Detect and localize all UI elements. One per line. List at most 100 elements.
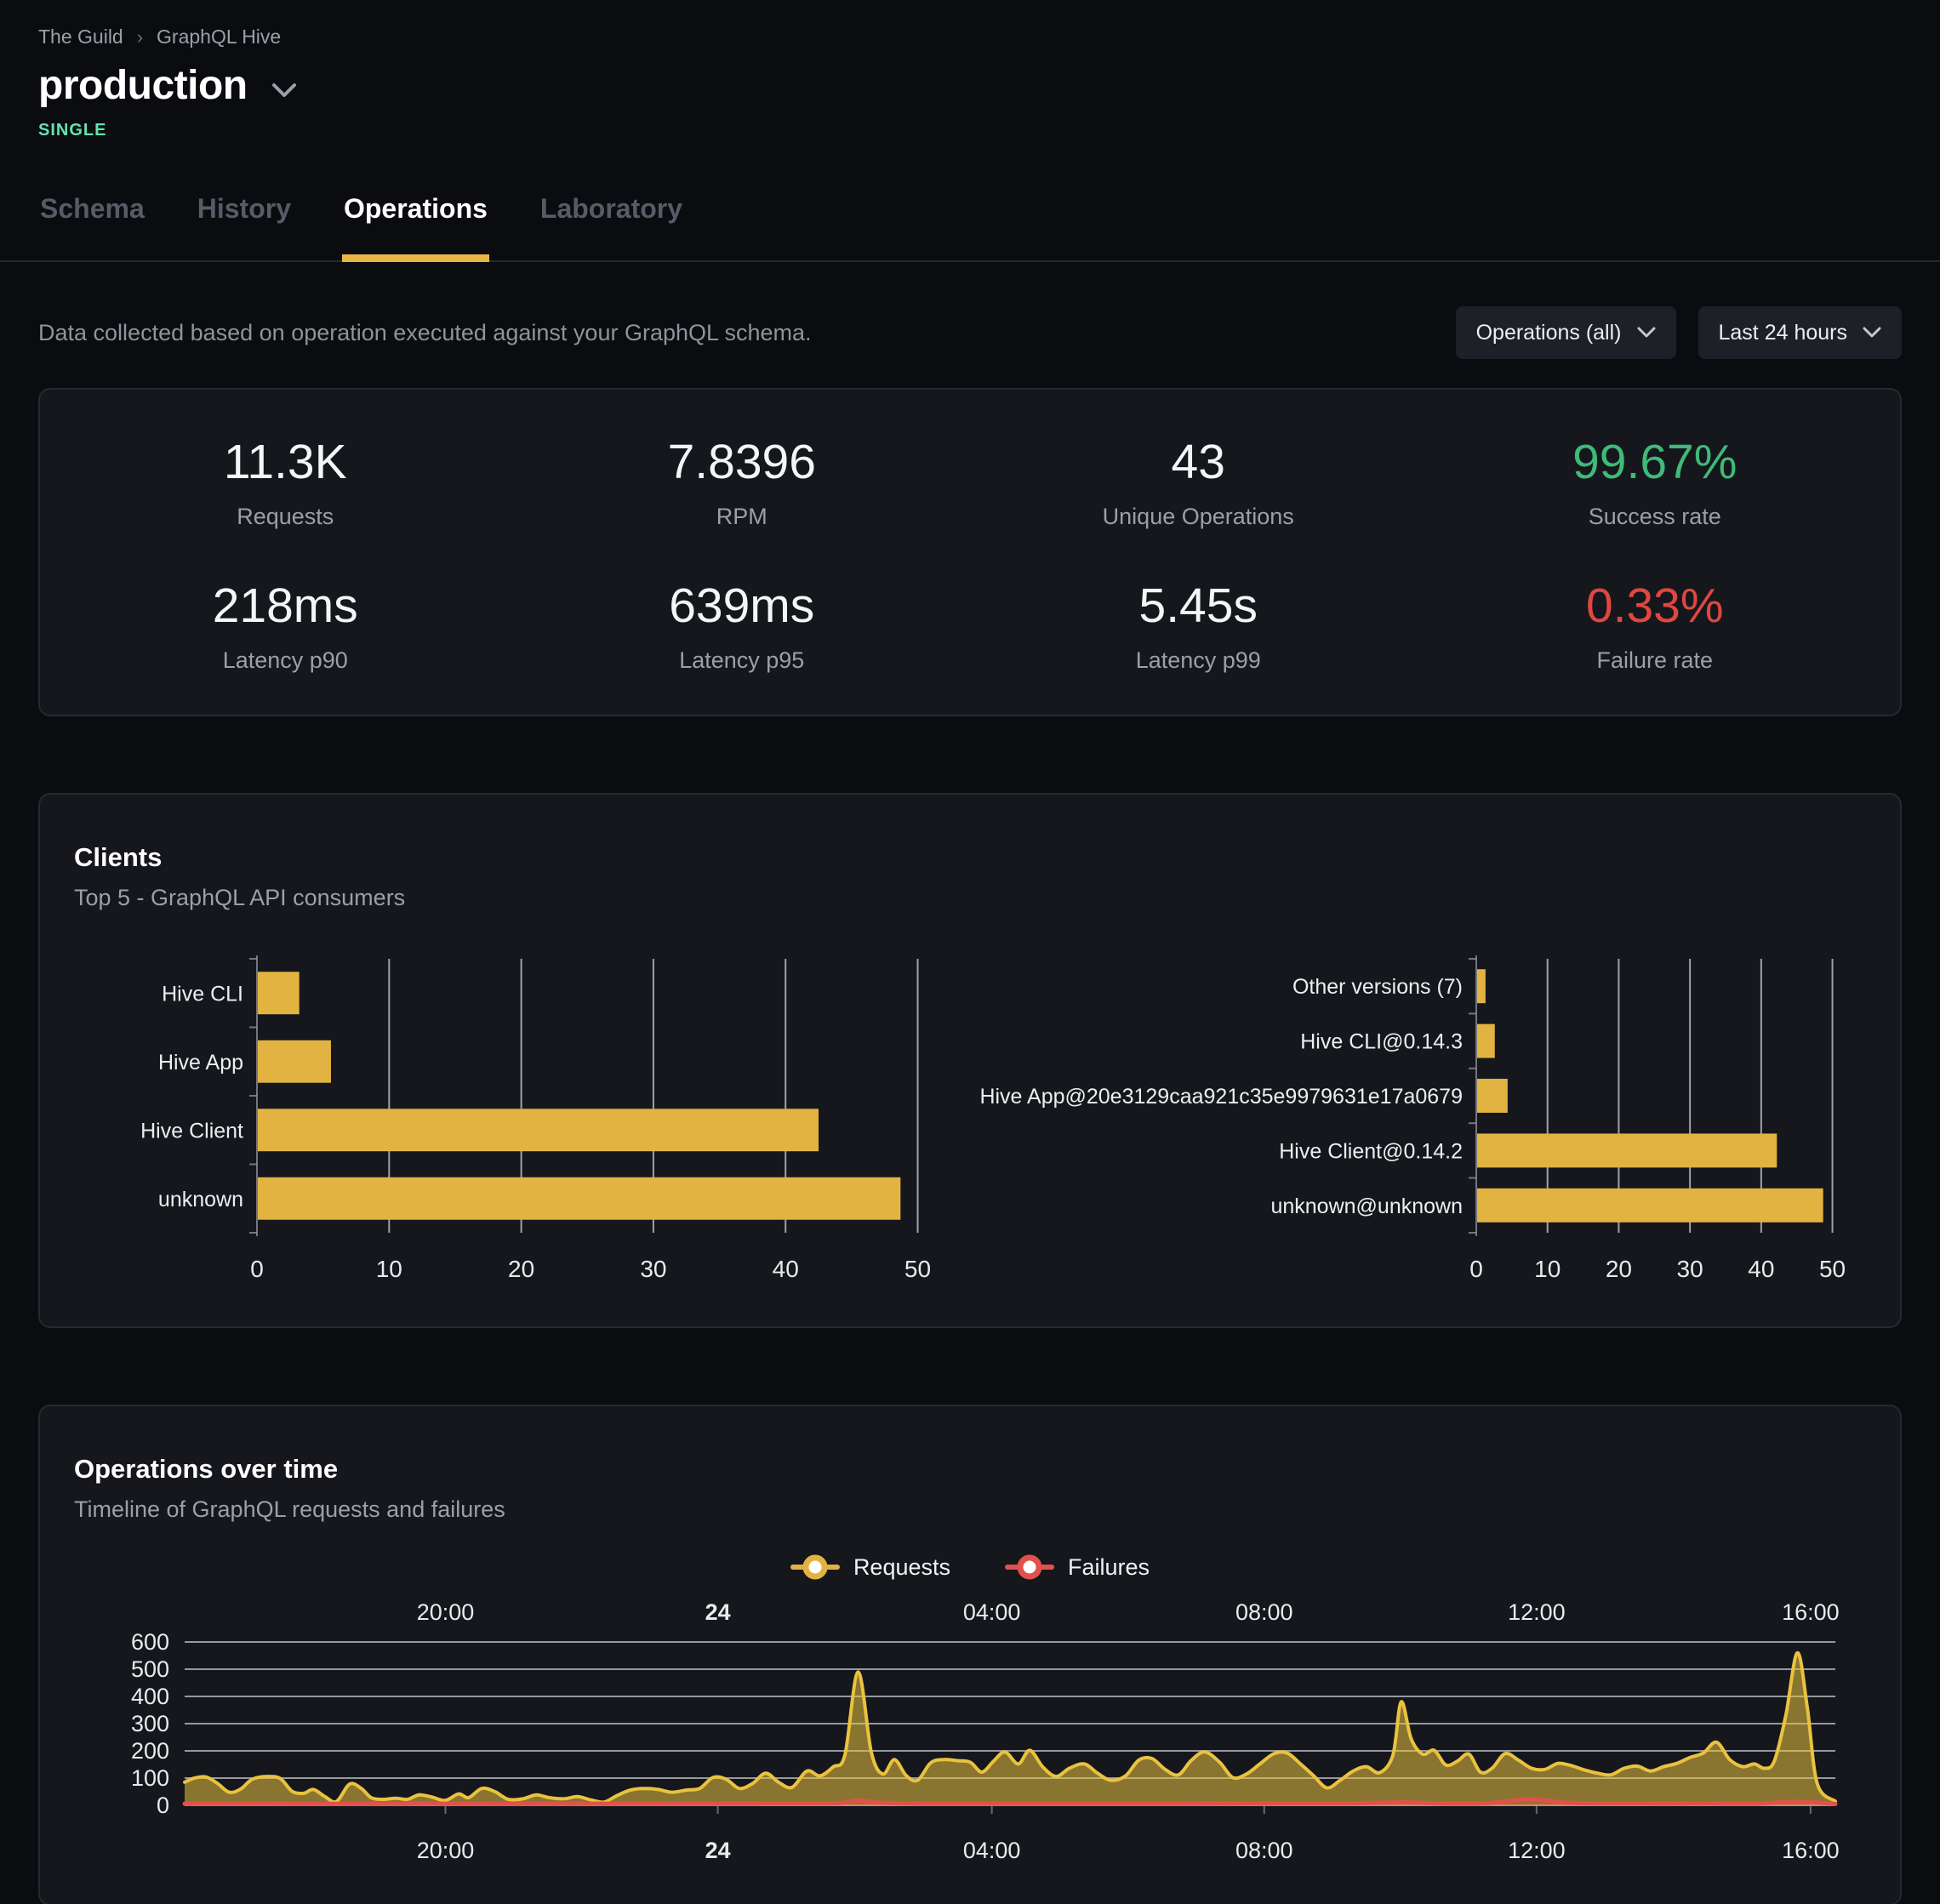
x-tick-label-bottom: 12:00 — [1508, 1838, 1566, 1863]
y-tick-label: 500 — [131, 1656, 169, 1682]
y-tick-label: 300 — [131, 1711, 169, 1736]
stat-label: Success rate — [1589, 504, 1721, 530]
stat-label: Latency p99 — [1136, 647, 1261, 674]
y-tick-label: 600 — [131, 1629, 169, 1655]
x-tick-label-top: 04:00 — [963, 1599, 1021, 1625]
stat-rpm: 7.8396 RPM — [514, 434, 971, 530]
chevron-down-icon — [1637, 327, 1656, 339]
filter-buttons: Operations (all) Last 24 hours — [1456, 306, 1902, 359]
breadcrumb-separator-icon: › — [137, 26, 143, 48]
stat-requests: 11.3KRequests — [57, 434, 514, 530]
category-label: Hive Client@0.14.2 — [1279, 1139, 1463, 1163]
operations-card-subtitle: Timeline of GraphQL requests and failure… — [74, 1496, 1866, 1523]
tabs-bar: Schema History Operations Laboratory — [0, 190, 1940, 262]
chevron-down-icon — [1863, 327, 1881, 339]
x-tick-label-bottom: 24 — [705, 1838, 731, 1863]
stat-success-rate: 99.67% Success rate — [1427, 434, 1884, 530]
breadcrumb-item-the-guild[interactable]: The Guild — [38, 26, 123, 48]
bar-other-versions-7[interactable] — [1477, 969, 1486, 1003]
failures-legend-marker-icon — [1005, 1553, 1054, 1581]
bar-hive-app-20e3129caa921c35e9979631e17a0679[interactable] — [1477, 1079, 1508, 1113]
operations-over-time-card: Operations over time Timeline of GraphQL… — [38, 1405, 1902, 1904]
x-tick-label: 0 — [250, 1256, 264, 1282]
stat-label: Latency p90 — [223, 647, 348, 674]
x-tick-label: 10 — [376, 1256, 402, 1282]
y-tick-label: 0 — [157, 1793, 169, 1818]
x-tick-label: 50 — [1819, 1256, 1846, 1282]
filter-row: Data collected based on operation execut… — [38, 306, 1902, 359]
requests-area — [185, 1653, 1835, 1805]
stat-value: 639ms — [669, 578, 814, 634]
stat-value: 218ms — [213, 578, 358, 634]
x-tick-label: 30 — [640, 1256, 666, 1282]
x-tick-label-bottom: 20:00 — [417, 1838, 475, 1863]
header: The Guild›GraphQL Hive production SINGLE — [0, 0, 1940, 140]
page: The Guild›GraphQL Hive production SINGLE… — [0, 0, 1940, 1904]
x-tick-label-bottom: 08:00 — [1235, 1838, 1293, 1863]
tab-history[interactable]: History — [196, 190, 293, 260]
operations-timeline-chart: 010020030040050060020:0020:00242404:0004… — [74, 1598, 1869, 1880]
operations-filter-label: Operations (all) — [1476, 321, 1622, 345]
bar-hive-cli-0-14-3[interactable] — [1477, 1024, 1495, 1058]
category-label: Hive App@20e3129caa921c35e9979631e17a067… — [979, 1085, 1463, 1109]
x-tick-label: 20 — [508, 1256, 534, 1282]
breadcrumb: The Guild › GraphQL Hive — [38, 26, 1902, 48]
category-label: unknown@unknown — [1270, 1194, 1463, 1218]
tab-schema[interactable]: Schema — [38, 190, 146, 260]
bar-hive-client-0-14-2[interactable] — [1477, 1133, 1777, 1167]
x-tick-label: 30 — [1677, 1256, 1703, 1282]
bar-hive-client[interactable] — [258, 1109, 819, 1151]
clients-by-version-chart: Other versions (7) Hive CLI@0.14.3 Hive Ap… — [974, 945, 1866, 1303]
operations-filter-dropdown[interactable]: Operations (all) — [1456, 306, 1676, 359]
bar-hive-cli[interactable] — [258, 972, 300, 1014]
clients-card: Clients Top 5 - GraphQL API consumers Hi… — [38, 793, 1902, 1328]
x-tick-label: 0 — [1469, 1256, 1483, 1282]
title-row: production — [38, 62, 1902, 109]
legend-item-requests[interactable]: Requests — [790, 1553, 950, 1581]
page-title: production — [38, 62, 248, 109]
requests-legend-marker-icon — [790, 1553, 840, 1581]
category-label: Hive CLI — [162, 982, 243, 1006]
stat-latency-p95: 639ms Latency p95 — [514, 578, 971, 674]
clients-by-name-chart: Hive CLIHive AppHive Clientunknown010203… — [74, 945, 974, 1303]
x-tick-label-bottom: 04:00 — [963, 1838, 1021, 1863]
legend-label: Failures — [1068, 1554, 1150, 1581]
x-tick-label-top: 20:00 — [417, 1599, 475, 1625]
stat-label: RPM — [716, 504, 767, 530]
bar-unknown-unknown[interactable] — [1477, 1189, 1823, 1223]
stat-value: 99.67% — [1572, 434, 1737, 490]
stat-value: 7.8396 — [668, 434, 816, 490]
operations-card-title: Operations over time — [74, 1454, 1866, 1485]
legend-item-failures[interactable]: Failures — [1005, 1553, 1150, 1581]
category-label: Hive Client — [140, 1119, 243, 1143]
x-tick-label: 40 — [773, 1256, 799, 1282]
breadcrumb-item-graphql-hive[interactable]: GraphQL Hive — [157, 26, 281, 48]
tab-laboratory[interactable]: Laboratory — [539, 190, 684, 260]
bar-unknown[interactable] — [258, 1177, 900, 1220]
bar-hive-app[interactable] — [258, 1040, 331, 1083]
x-tick-label-top: 16:00 — [1782, 1599, 1840, 1625]
x-tick-label: 10 — [1534, 1256, 1561, 1282]
tab-operations[interactable]: Operations — [342, 190, 489, 260]
category-label: Hive CLI@0.14.3 — [1300, 1030, 1463, 1054]
category-label: Hive App — [158, 1051, 243, 1075]
x-tick-label-bottom: 16:00 — [1782, 1838, 1840, 1863]
y-tick-label: 400 — [131, 1684, 169, 1709]
x-tick-label-top: 24 — [705, 1599, 731, 1625]
time-range-label: Last 24 hours — [1719, 321, 1848, 345]
tabs: Schema History Operations Laboratory — [38, 190, 1902, 260]
stat-label: Latency p95 — [679, 647, 804, 674]
y-tick-label: 200 — [131, 1738, 169, 1764]
x-tick-label-top: 12:00 — [1508, 1599, 1566, 1625]
stat-value: 5.45s — [1139, 578, 1258, 634]
stat-label: Unique Operations — [1103, 504, 1294, 530]
chevron-down-icon[interactable] — [271, 74, 297, 98]
stat-unique-operations: 43Unique Operations — [970, 434, 1427, 530]
timeline-legend: Requests Failures — [74, 1553, 1866, 1581]
category-label: Other versions (7) — [1292, 975, 1463, 999]
legend-label: Requests — [853, 1554, 950, 1581]
time-range-dropdown[interactable]: Last 24 hours — [1698, 306, 1903, 359]
x-tick-label-top: 08:00 — [1235, 1599, 1293, 1625]
data-collected-description: Data collected based on operation execut… — [38, 320, 812, 346]
x-tick-label: 40 — [1748, 1256, 1774, 1282]
